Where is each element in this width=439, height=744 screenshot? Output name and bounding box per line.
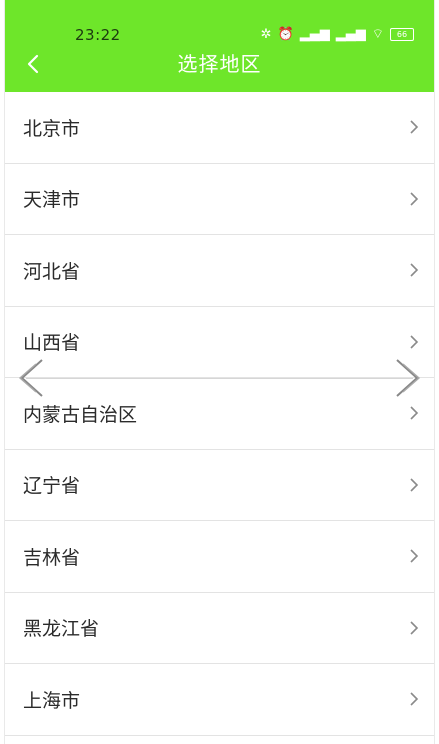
region-label: 内蒙古自治区	[23, 403, 138, 426]
double-chevron-left-icon	[18, 359, 43, 397]
signal-icon-2: ▂▄▆	[335, 26, 366, 42]
region-label: 黑龙江省	[23, 618, 100, 641]
chevron-right-icon	[410, 478, 419, 492]
phone-screen: 23:22 ✲ ⏰ ▂▄▆ ▂▄▆ ⌔ 66 选择地区 北京市 天津市 河北省 …	[4, 0, 435, 744]
region-row-tianjin[interactable]: 天津市	[5, 164, 434, 235]
battery-icon: 66	[390, 27, 414, 41]
region-list: 北京市 天津市 河北省 山西省 内蒙古自治区 辽宁省 吉林省 黑龙江省 上海市	[5, 92, 434, 736]
region-label: 河北省	[23, 260, 81, 283]
region-row-jilin[interactable]: 吉林省	[5, 521, 434, 593]
carousel-next-button[interactable]	[391, 356, 425, 400]
chevron-right-icon	[410, 192, 419, 206]
signal-icon: ▂▄▆	[299, 26, 330, 42]
region-row-neimenggu[interactable]: 内蒙古自治区	[5, 378, 434, 450]
chevron-right-icon	[410, 621, 419, 635]
region-row-beijing[interactable]: 北京市	[5, 92, 434, 164]
double-chevron-right-icon	[396, 359, 421, 397]
region-label: 山西省	[23, 332, 81, 355]
alarm-icon: ⏰	[277, 26, 294, 42]
carousel-divider	[26, 378, 413, 379]
page-title: 选择地区	[177, 52, 262, 76]
chevron-right-icon	[410, 335, 419, 349]
chevron-right-icon	[410, 120, 419, 134]
region-label: 天津市	[23, 189, 81, 212]
region-row-liaoning[interactable]: 辽宁省	[5, 450, 434, 521]
vibrate-icon: ✲	[260, 26, 272, 42]
chevron-right-icon	[410, 406, 419, 420]
status-icons: ✲ ⏰ ▂▄▆ ▂▄▆ ⌔ 66	[261, 26, 414, 42]
chevron-right-icon	[410, 549, 419, 563]
region-row-shanghai[interactable]: 上海市	[5, 664, 434, 736]
chevron-right-icon	[410, 263, 419, 277]
battery-level: 66	[396, 29, 408, 39]
region-row-heilongjiang[interactable]: 黑龙江省	[5, 593, 434, 664]
chevron-right-icon	[410, 692, 419, 706]
carousel-prev-button[interactable]	[14, 356, 48, 400]
wifi-icon: ⌔	[371, 27, 384, 42]
region-label: 上海市	[23, 689, 81, 712]
region-label: 北京市	[23, 117, 81, 140]
region-row-hebei[interactable]: 河北省	[5, 235, 434, 307]
region-label: 辽宁省	[23, 475, 81, 498]
region-label: 吉林省	[23, 546, 81, 569]
app-header: 23:22 ✲ ⏰ ▂▄▆ ▂▄▆ ⌔ 66 选择地区	[5, 0, 434, 92]
region-row-shanxi[interactable]: 山西省	[5, 307, 434, 378]
status-time: 23:22	[75, 26, 121, 44]
